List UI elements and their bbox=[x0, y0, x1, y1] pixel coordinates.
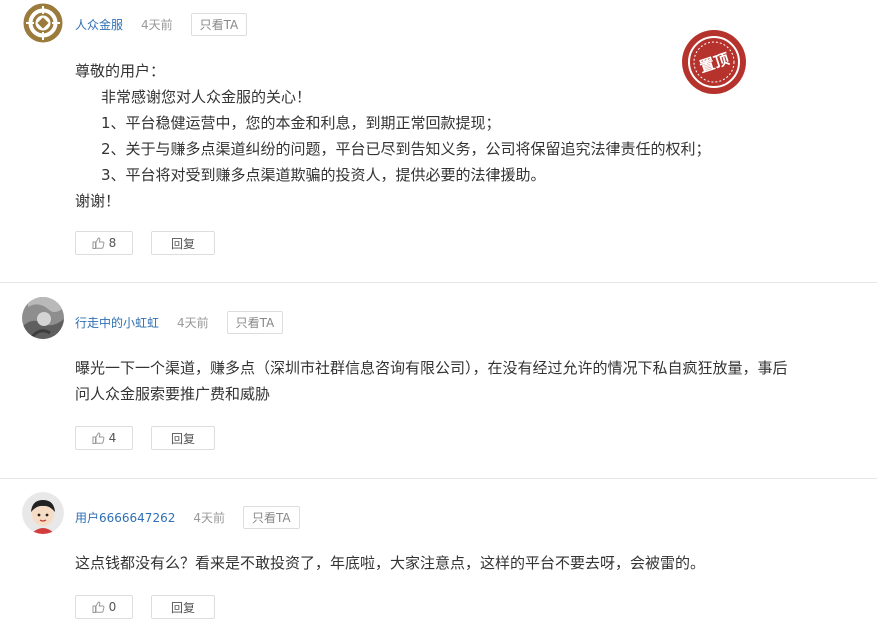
post: 行走中的小虹虹 4天前 只看TA 曝光一下一个渠道，赚多点（深圳市社群信息咨询有… bbox=[0, 283, 877, 478]
username[interactable]: 人众金服 bbox=[75, 16, 123, 33]
post-actions: 0 回复 bbox=[75, 595, 215, 619]
like-count: 8 bbox=[108, 236, 117, 250]
post-time: 4天前 bbox=[177, 315, 209, 330]
username[interactable]: 用户6666647262 bbox=[75, 509, 175, 526]
like-button[interactable]: 0 bbox=[75, 595, 133, 619]
content-line: 曝光一下一个渠道，赚多点（深圳市社群信息咨询有限公司），在没有经过允许的情况下私… bbox=[75, 359, 788, 377]
thumbs-up-icon bbox=[92, 237, 105, 249]
post-meta: 用户6666647262 4天前 只看TA bbox=[75, 505, 300, 529]
thumbs-up-icon bbox=[92, 601, 105, 613]
only-ta-button[interactable]: 只看TA bbox=[190, 12, 248, 36]
post-meta: 人众金服 4天前 只看TA bbox=[75, 12, 248, 36]
username[interactable]: 行走中的小虹虹 bbox=[75, 314, 159, 331]
avatar[interactable] bbox=[22, 297, 64, 339]
post-content: 曝光一下一个渠道，赚多点（深圳市社群信息咨询有限公司），在没有经过允许的情况下私… bbox=[75, 355, 855, 407]
content-line: 谢谢！ bbox=[75, 192, 121, 210]
content-line: 3、平台将对受到赚多点渠道欺骗的投资人，提供必要的法律援助。 bbox=[101, 166, 546, 184]
only-ta-button[interactable]: 只看TA bbox=[243, 505, 300, 529]
avatar[interactable] bbox=[22, 2, 64, 44]
like-count: 4 bbox=[108, 431, 117, 445]
content-line: 尊敬的用户： bbox=[75, 62, 166, 80]
content-line: 这点钱都没有么？看来是不敢投资了，年底啦，大家注意点，这样的平台不要去呀，会被雷… bbox=[75, 554, 706, 572]
post-content: 这点钱都没有么？看来是不敢投资了，年底啦，大家注意点，这样的平台不要去呀，会被雷… bbox=[75, 550, 855, 576]
cartoon-avatar bbox=[22, 492, 64, 534]
photo-avatar bbox=[22, 297, 64, 339]
content-line: 1、平台稳健运营中，您的本金和利息，到期正常回款提现； bbox=[101, 114, 501, 132]
post-actions: 4 回复 bbox=[75, 426, 215, 450]
post-content: 尊敬的用户： 非常感谢您对人众金服的关心！ 1、平台稳健运营中，您的本金和利息，… bbox=[75, 58, 855, 214]
post: 用户6666647262 4天前 只看TA 这点钱都没有么？看来是不敢投资了，年… bbox=[0, 479, 877, 627]
reply-button[interactable]: 回复 bbox=[151, 426, 215, 450]
post-actions: 8 回复 bbox=[75, 231, 215, 255]
post: 人众金服 4天前 只看TA 置顶 尊敬的用户： 非常感谢您对人众金服的关心！ 1… bbox=[0, 0, 877, 282]
thumbs-up-icon bbox=[92, 432, 105, 444]
reply-button[interactable]: 回复 bbox=[151, 595, 215, 619]
coin-logo-icon bbox=[22, 2, 64, 44]
like-button[interactable]: 4 bbox=[75, 426, 133, 450]
reply-button[interactable]: 回复 bbox=[151, 231, 215, 255]
content-line: 2、关于与赚多点渠道纠纷的问题，平台已尽到告知义务，公司将保留追究法律责任的权利… bbox=[101, 140, 711, 158]
post-time: 4天前 bbox=[141, 17, 173, 32]
only-ta-button[interactable]: 只看TA bbox=[226, 310, 284, 334]
post-meta: 行走中的小虹虹 4天前 只看TA bbox=[75, 310, 284, 334]
avatar[interactable] bbox=[22, 492, 64, 534]
content-line: 非常感谢您对人众金服的关心！ bbox=[101, 88, 312, 106]
content-line: 问人众金服索要推广费和威胁 bbox=[75, 385, 271, 403]
like-button[interactable]: 8 bbox=[75, 231, 133, 255]
post-time: 4天前 bbox=[193, 510, 225, 525]
like-count: 0 bbox=[108, 600, 117, 614]
